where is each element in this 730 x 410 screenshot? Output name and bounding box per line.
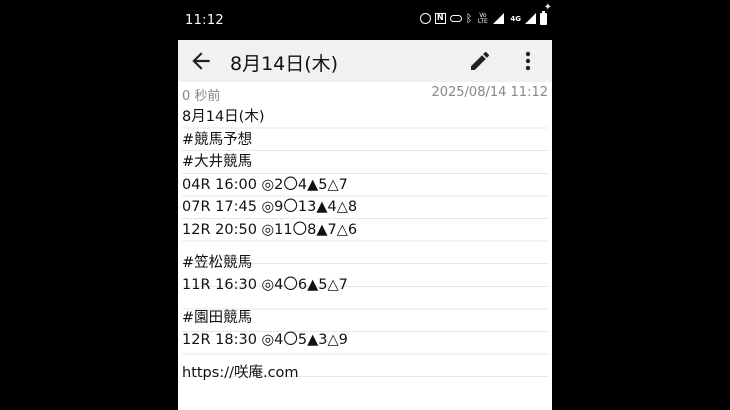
arrow-left-icon (192, 52, 210, 70)
nfc-icon: N (434, 13, 446, 24)
note-date-line: 8月14日(木) (182, 109, 265, 125)
bluetooth-icon: ᛒ (465, 12, 473, 25)
status-icons: N ᛒ Vo LTE 4G (419, 10, 547, 25)
battery-icon (540, 10, 547, 25)
race-line: 04R 16:00 ◎2〇4▲5△7 (182, 176, 348, 193)
alarm-icon (419, 13, 431, 24)
edit-button[interactable] (468, 49, 492, 73)
note-tag-line: #競馬予想 (182, 131, 253, 148)
note-tag-line: #園田競馬 (182, 309, 253, 326)
note-link[interactable]: https://咲庵.com (182, 362, 548, 385)
sparkle-icon: ✦ (543, 2, 552, 13)
4g-signal-icon (525, 13, 536, 24)
race-line: 12R 20:50 ◎11〇8▲7△6 (182, 221, 358, 238)
race-line: 07R 17:45 ◎9〇13▲4△8 (182, 199, 358, 216)
race-line: 11R 16:30 ◎4〇6▲5△7 (182, 277, 348, 294)
updated-ago: 0 秒前 (182, 89, 221, 104)
note-meta: 0 秒前 2025/08/14 11:12 (178, 82, 552, 104)
more-options-button[interactable] (518, 49, 538, 73)
more-vert-icon (525, 51, 531, 71)
note-tag-line: #大井競馬 (182, 154, 253, 171)
signal-icon (493, 13, 505, 24)
note-app: 8月14日(木) 0 秒前 2025/08/14 11:12 8月14日(木) … (178, 40, 552, 410)
page-title: 8月14日(木) (230, 53, 339, 75)
app-toolbar: 8月14日(木) (178, 40, 552, 82)
pencil-icon (471, 51, 489, 70)
volte-icon: Vo LTE (477, 11, 488, 25)
key-icon (449, 15, 462, 22)
note-tag-line: #笠松競馬 (182, 254, 253, 271)
status-time: 11:12 (185, 13, 224, 28)
note-timestamp: 2025/08/14 11:12 (431, 85, 548, 100)
note-body[interactable]: 8月14日(木) #競馬予想 #大井競馬 04R 16:00 ◎2〇4▲5△7 … (182, 106, 548, 385)
race-line: 12R 18:30 ◎4〇5▲3△9 (182, 332, 348, 349)
back-button[interactable] (188, 48, 214, 74)
network-type-label: 4G (510, 14, 521, 23)
status-bar: 11:12 N ᛒ Vo LTE 4G ✦ (0, 0, 730, 40)
